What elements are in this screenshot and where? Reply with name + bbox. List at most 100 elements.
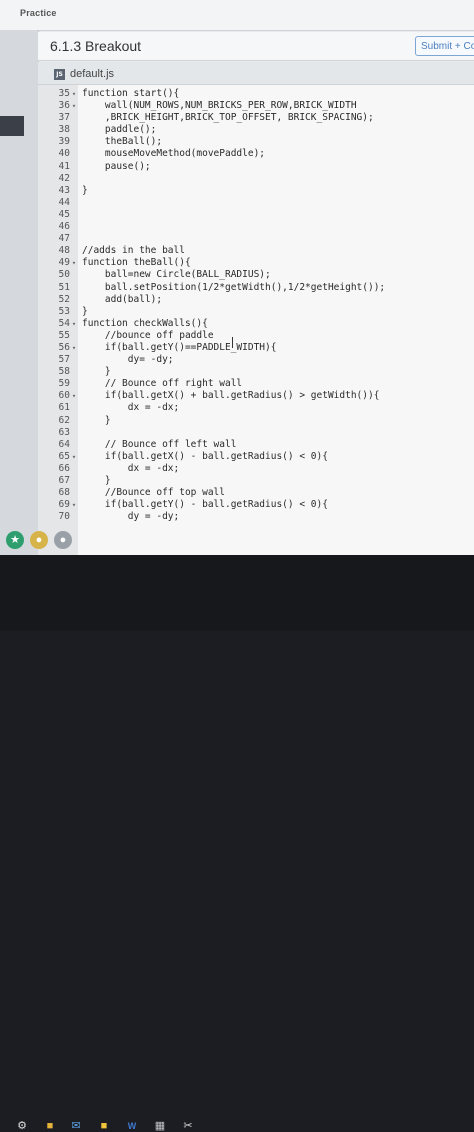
fold-toggle-icon[interactable]: ▾ (70, 342, 78, 354)
code-line[interactable]: 47 (38, 233, 474, 245)
code-text[interactable]: theBall(); (78, 136, 162, 148)
code-line[interactable]: 58 } (38, 366, 474, 378)
code-line[interactable]: 46 (38, 221, 474, 233)
code-line[interactable]: 64 // Bounce off left wall (38, 439, 474, 451)
code-line[interactable]: 56 ▾ if(ball.getY()==PADDLE_WIDTH){ (38, 342, 474, 354)
line-number: 69 (58, 499, 70, 511)
code-text[interactable]: } (78, 306, 88, 318)
code-line[interactable]: 66 dx = -dx; (38, 463, 474, 475)
code-line[interactable]: 49 ▾ function theBall(){ (38, 257, 474, 269)
code-line[interactable]: 57 dy= -dy; (38, 354, 474, 366)
brand-label[interactable]: Practice (20, 8, 57, 18)
code-line[interactable]: 65 ▾ if(ball.getX() - ball.getRadius() < … (38, 451, 474, 463)
file-tab-default-js[interactable]: JS default.js (54, 66, 114, 82)
code-text[interactable]: } (78, 475, 111, 487)
code-text[interactable]: dx = -dx; (78, 402, 179, 414)
line-number: 48 (58, 245, 70, 257)
code-line[interactable]: 60 ▾ if(ball.getX() + ball.getRadius() > … (38, 390, 474, 402)
code-line[interactable]: 52 add(ball); (38, 294, 474, 306)
code-line[interactable]: 54 ▾ function checkWalls(){ (38, 318, 474, 330)
code-line[interactable]: 36 ▾ wall(NUM_ROWS,NUM_BRICKS_PER_ROW,BRI… (38, 100, 474, 112)
code-text[interactable]: pause(); (78, 161, 151, 173)
fold-toggle-icon[interactable]: ▾ (70, 88, 78, 100)
code-text[interactable]: function start(){ (78, 88, 179, 100)
code-line[interactable]: 69 ▾ if(ball.getY() - ball.getRadius() < … (38, 499, 474, 511)
fold-toggle-icon[interactable]: ▾ (70, 318, 78, 330)
submit-button[interactable]: Submit + Co (415, 36, 474, 56)
code-line[interactable]: 38 paddle(); (38, 124, 474, 136)
line-number: 52 (58, 293, 70, 305)
code-text[interactable]: wall(NUM_ROWS,NUM_BRICKS_PER_ROW,BRICK_W… (78, 100, 357, 112)
code-text[interactable]: function theBall(){ (78, 257, 191, 269)
code-line[interactable]: 55 //bounce off paddle (38, 330, 474, 342)
code-text[interactable]: ball.setPosition(1/2*getWidth(),1/2*getH… (78, 282, 385, 294)
code-text[interactable]: add(ball); (78, 294, 162, 306)
code-text[interactable]: dy= -dy; (78, 354, 174, 366)
line-number: 67 (58, 475, 70, 486)
code-text[interactable]: ,BRICK_HEIGHT,BRICK_TOP_OFFSET, BRICK_SP… (78, 112, 374, 124)
code-text[interactable]: } (78, 366, 111, 378)
code-text[interactable]: mouseMoveMethod(movePaddle); (78, 148, 265, 160)
gear-icon[interactable]: ⚙ (16, 1120, 28, 1132)
code-text[interactable]: if(ball.getX() + ball.getRadius() > getW… (78, 390, 380, 402)
code-line[interactable]: 70 dy = -dy; (38, 511, 474, 523)
line-number: 44 (58, 196, 70, 208)
left-sidebar (0, 30, 39, 555)
line-number: 43 (58, 184, 70, 196)
code-line[interactable]: 35 ▾ function start(){ (38, 88, 474, 100)
code-text[interactable]: if(ball.getY()==PADDLE_WIDTH){ (78, 342, 277, 354)
fold-toggle-icon[interactable]: ▾ (70, 257, 78, 269)
code-line[interactable]: 41 pause(); (38, 161, 474, 173)
code-line[interactable]: 48 //adds in the ball (38, 245, 474, 257)
code-text[interactable]: // Bounce off right wall (78, 378, 242, 390)
screen: Practice 6.1.3 Breakout Submit + Co JS d… (0, 0, 474, 555)
line-number: 68 (58, 487, 70, 499)
code-text[interactable]: if(ball.getY() - ball.getRadius() < 0){ (78, 499, 328, 511)
code-line[interactable]: 67 } (38, 475, 474, 487)
code-line[interactable]: 53} (38, 306, 474, 318)
code-line[interactable]: 40 mouseMoveMethod(movePaddle); (38, 148, 474, 160)
code-line[interactable]: 42 (38, 173, 474, 185)
code-line[interactable]: 50 ball=new Circle(BALL_RADIUS); (38, 269, 474, 281)
line-number: 46 (58, 221, 70, 233)
code-text[interactable]: dx = -dx; (78, 463, 179, 475)
calculator-icon[interactable]: ▦ (154, 1120, 166, 1132)
code-line[interactable]: 51 ball.setPosition(1/2*getWidth(),1/2*g… (38, 282, 474, 294)
code-text[interactable]: paddle(); (78, 124, 156, 136)
code-line[interactable]: 45 (38, 209, 474, 221)
code-line[interactable]: 39 theBall(); (38, 136, 474, 148)
code-text[interactable]: if(ball.getX() - ball.getRadius() < 0){ (78, 451, 328, 463)
code-line[interactable]: 68 //Bounce off top wall (38, 487, 474, 499)
code-text[interactable]: //adds in the ball (78, 245, 185, 257)
fold-toggle-icon[interactable]: ▾ (70, 451, 78, 463)
word-icon[interactable]: W (126, 1120, 138, 1132)
code-line[interactable]: 43} (38, 185, 474, 197)
code-text[interactable]: ball=new Circle(BALL_RADIUS); (78, 269, 271, 281)
code-text[interactable]: } (78, 415, 111, 427)
mail-icon[interactable]: ✉ (70, 1120, 82, 1132)
fold-toggle-icon[interactable]: ▾ (70, 390, 78, 402)
star-icon[interactable]: ★ (6, 531, 24, 549)
code-text[interactable]: // Bounce off left wall (78, 439, 237, 451)
code-text[interactable]: } (78, 185, 88, 197)
code-line[interactable]: 37 ,BRICK_HEIGHT,BRICK_TOP_OFFSET, BRICK… (38, 112, 474, 124)
snipping-tool-icon[interactable]: ✂ (182, 1120, 194, 1132)
sticky-notes-icon[interactable]: ■ (98, 1120, 110, 1132)
code-line[interactable]: 44 (38, 197, 474, 209)
fold-toggle-icon[interactable]: ▾ (70, 499, 78, 511)
code-line[interactable]: 61 dx = -dx; (38, 402, 474, 414)
code-lines[interactable]: 35 ▾ function start(){36 ▾ wall(NUM_ROWS,NU… (38, 88, 474, 523)
code-line[interactable]: 63 (38, 427, 474, 439)
code-text[interactable]: dy = -dy; (78, 511, 179, 523)
sidebar-tab[interactable] (0, 116, 24, 136)
code-text[interactable]: //Bounce off top wall (78, 487, 225, 499)
code-line[interactable]: 59 // Bounce off right wall (38, 378, 474, 390)
line-number: 45 (58, 208, 70, 220)
circle-icon[interactable]: ● (54, 531, 72, 549)
badge-icon[interactable]: ● (30, 531, 48, 549)
code-text[interactable]: function checkWalls(){ (78, 318, 208, 330)
code-text[interactable]: //bounce off paddle (78, 330, 214, 342)
file-explorer-icon[interactable]: ■ (44, 1120, 56, 1132)
fold-toggle-icon[interactable]: ▾ (70, 100, 78, 112)
code-line[interactable]: 62 } (38, 415, 474, 427)
